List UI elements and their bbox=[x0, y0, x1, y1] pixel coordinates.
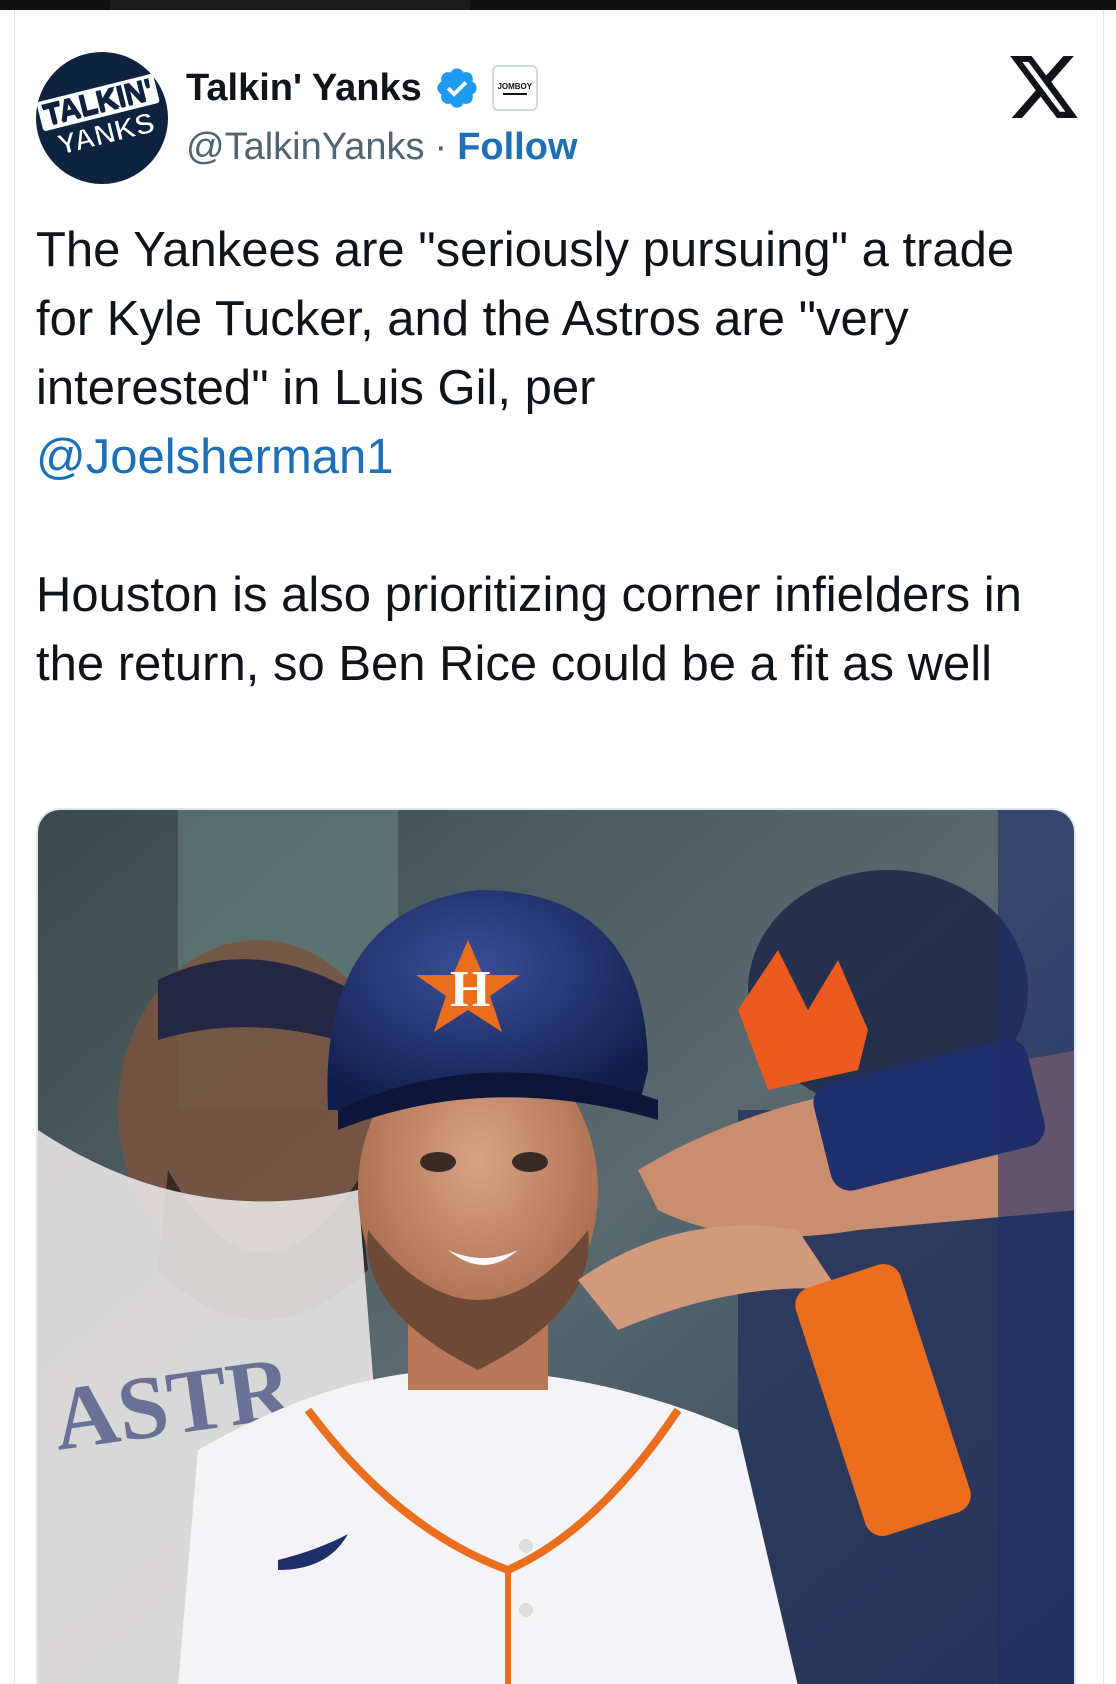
tweet-paragraph-2: Houston is also prioritizing corner infi… bbox=[36, 568, 1022, 691]
affiliate-badge-label: JOMBOY bbox=[497, 81, 533, 91]
avatar[interactable]: TALKIN' YANKS bbox=[36, 52, 168, 184]
avatar-logo: TALKIN' YANKS bbox=[36, 52, 168, 184]
author-handle[interactable]: @TalkinYanks bbox=[186, 126, 425, 169]
affiliate-badge[interactable]: JOMBOY bbox=[491, 65, 538, 111]
x-logo-icon[interactable] bbox=[1010, 56, 1078, 118]
handle-separator: · bbox=[434, 125, 448, 168]
helmet-logo-text: H bbox=[450, 961, 490, 1018]
tweet-media-photo[interactable]: ASTR H bbox=[36, 808, 1076, 1684]
verified-badge-icon bbox=[437, 68, 477, 108]
top-bar-segment bbox=[110, 0, 470, 10]
author-handle-row: @TalkinYanks · Follow bbox=[186, 124, 578, 170]
author-name[interactable]: Talkin' Yanks bbox=[186, 67, 422, 110]
mention-link[interactable]: @Joelsherman1 bbox=[36, 430, 394, 484]
photo-illustration: ASTR H bbox=[38, 810, 1074, 1684]
tweet-paragraph-1-text: The Yankees are "seriously pursuing" a t… bbox=[36, 223, 1015, 415]
tweet-paragraph-1: The Yankees are "seriously pursuing" a t… bbox=[36, 216, 1076, 492]
follow-button[interactable]: Follow bbox=[457, 126, 577, 169]
top-bar bbox=[0, 0, 1116, 10]
affiliate-badge-underline bbox=[502, 92, 527, 95]
author-name-row: Talkin' Yanks JOMBOY bbox=[186, 64, 538, 112]
tweet-text: The Yankees are "seriously pursuing" a t… bbox=[36, 216, 1076, 699]
